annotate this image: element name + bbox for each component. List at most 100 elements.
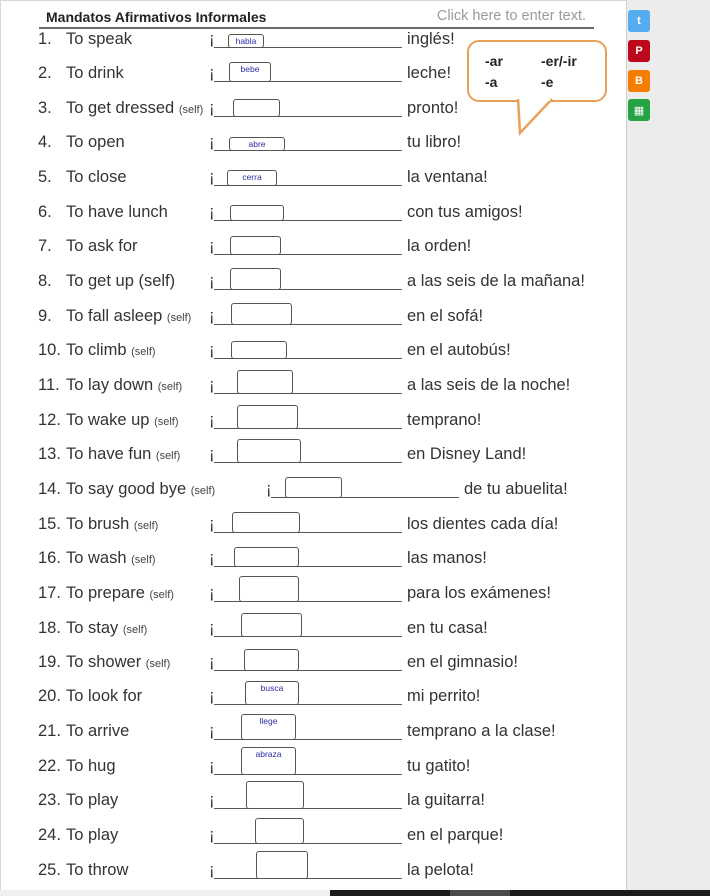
exercise-row: 22. To hug ¡ abraza tu gatito! bbox=[1, 747, 628, 791]
answer-input[interactable] bbox=[230, 268, 281, 290]
answer-input[interactable]: llege bbox=[241, 714, 296, 740]
item-number: 8. bbox=[38, 272, 52, 290]
english-verb: To wash (self) bbox=[66, 549, 156, 568]
answer-underline bbox=[214, 808, 402, 809]
english-verb-text: To speak bbox=[66, 30, 133, 48]
sentence-ending: en el autobús! bbox=[407, 341, 511, 359]
answer-input[interactable] bbox=[244, 649, 299, 671]
english-verb-text: To brush bbox=[66, 515, 130, 533]
item-number: 2. bbox=[38, 64, 52, 82]
answer-input[interactable] bbox=[285, 477, 342, 498]
sentence-ending: en tu casa! bbox=[407, 619, 488, 637]
english-verb-text: To fall asleep bbox=[66, 307, 163, 325]
item-number: 21. bbox=[38, 722, 61, 740]
english-verb: To arrive bbox=[66, 722, 129, 741]
reflexive-note: (self) bbox=[122, 624, 148, 636]
english-verb-text: To get up (self) bbox=[66, 272, 176, 290]
item-number: 3. bbox=[38, 99, 52, 117]
exercise-row: 8. To get up (self) ¡ a las seis de la maña… bbox=[1, 268, 628, 306]
sentence-ending: tu libro! bbox=[407, 133, 462, 151]
blogger-share-button[interactable]: B bbox=[628, 70, 650, 92]
exercise-row: 3. To get dressed (self) ¡ pronto! bbox=[1, 99, 628, 133]
sentence-ending: en el sofá! bbox=[407, 307, 484, 325]
item-number: 5. bbox=[38, 168, 52, 186]
english-verb-text: To throw bbox=[66, 861, 129, 879]
sentence-ending: leche! bbox=[407, 64, 452, 82]
sentence-ending: pronto! bbox=[407, 99, 459, 117]
english-verb: To lay down (self) bbox=[66, 376, 182, 395]
answer-input[interactable] bbox=[231, 341, 287, 359]
sentence-ending: mi perrito! bbox=[407, 687, 481, 705]
item-number: 23. bbox=[38, 791, 61, 809]
answer-input[interactable]: bebe bbox=[229, 62, 271, 82]
answer-input[interactable] bbox=[234, 547, 299, 567]
sentence-ending: en el parque! bbox=[407, 826, 504, 844]
worksheet-title: Mandatos Afirmativos Informales bbox=[46, 9, 267, 25]
item-number: 11. bbox=[38, 376, 60, 394]
answer-input[interactable] bbox=[256, 851, 308, 879]
item-number: 1. bbox=[38, 30, 52, 48]
classroom-share-button[interactable]: ▦ bbox=[628, 99, 650, 121]
sentence-ending: inglés! bbox=[407, 30, 455, 48]
answer-input[interactable]: abre bbox=[229, 137, 285, 151]
english-verb-text: To play bbox=[66, 791, 119, 809]
english-verb-text: To have lunch bbox=[66, 203, 168, 221]
exercise-row: 19. To shower (self) ¡ en el gimnasio! bbox=[1, 649, 628, 687]
english-verb: To play bbox=[66, 826, 118, 845]
english-verb-text: To shower bbox=[66, 653, 142, 671]
answer-input[interactable] bbox=[230, 205, 284, 221]
pinterest-share-button[interactable]: P bbox=[628, 40, 650, 62]
scrollbar-thumb[interactable] bbox=[450, 890, 510, 896]
item-number: 7. bbox=[38, 237, 52, 255]
sentence-ending: a las seis de la noche! bbox=[407, 376, 571, 394]
english-verb-text: To ask for bbox=[66, 237, 138, 255]
answer-input[interactable] bbox=[232, 512, 300, 533]
answer-input[interactable] bbox=[255, 818, 304, 844]
answer-input[interactable] bbox=[246, 781, 304, 809]
answer-input[interactable]: abraza bbox=[241, 747, 296, 775]
english-verb: To speak bbox=[66, 30, 132, 49]
answer-input[interactable] bbox=[241, 613, 302, 637]
english-verb: To close bbox=[66, 168, 127, 187]
answer-input[interactable]: busca bbox=[245, 681, 299, 705]
exercise-row: 6. To have lunch ¡ con tus amigos! bbox=[1, 203, 628, 237]
english-verb: To shower (self) bbox=[66, 653, 170, 672]
twitter-share-button[interactable]: t bbox=[628, 10, 650, 32]
english-verb: To have fun (self) bbox=[66, 445, 180, 464]
exercise-row: 12. To wake up (self) ¡ temprano! bbox=[1, 405, 628, 445]
english-verb: To open bbox=[66, 133, 125, 152]
answer-input[interactable]: habla bbox=[228, 34, 264, 48]
answer-input[interactable] bbox=[237, 405, 298, 429]
answer-input[interactable] bbox=[231, 303, 292, 325]
reflexive-note: (self) bbox=[133, 520, 159, 532]
answer-input[interactable] bbox=[230, 236, 281, 255]
item-number: 9. bbox=[38, 307, 52, 325]
exercise-row: 2. To drink ¡ bebe leche! bbox=[1, 62, 628, 98]
twitter-icon: t bbox=[637, 15, 641, 27]
item-number: 13. bbox=[38, 445, 61, 463]
exercise-row: 9. To fall asleep (self) ¡ en el sofá! bbox=[1, 303, 628, 341]
english-verb-text: To say good bye bbox=[66, 480, 187, 498]
english-verb: To have lunch bbox=[66, 203, 168, 222]
english-verb: To get up (self) bbox=[66, 272, 175, 291]
answer-input[interactable] bbox=[237, 439, 301, 463]
worksheet-header: Mandatos Afirmativos Informales Click he… bbox=[39, 7, 594, 29]
english-verb-text: To hug bbox=[66, 757, 116, 775]
english-verb-text: To stay bbox=[66, 619, 119, 637]
answer-input[interactable] bbox=[233, 99, 280, 117]
item-number: 16. bbox=[38, 549, 61, 567]
english-verb: To brush (self) bbox=[66, 515, 158, 534]
sentence-ending: en el gimnasio! bbox=[407, 653, 518, 671]
english-verb: To stay (self) bbox=[66, 619, 147, 638]
name-text-field[interactable]: Click here to enter text. bbox=[437, 8, 586, 24]
english-verb: To drink bbox=[66, 64, 124, 83]
sentence-ending: los dientes cada día! bbox=[407, 515, 559, 533]
answer-input[interactable]: cerra bbox=[227, 170, 277, 186]
english-verb-text: To wake up bbox=[66, 411, 150, 429]
answer-input[interactable] bbox=[237, 370, 293, 394]
reflexive-note: (self) bbox=[155, 450, 181, 462]
sentence-ending: la guitarra! bbox=[407, 791, 485, 809]
english-verb: To prepare (self) bbox=[66, 584, 174, 603]
exercise-row: 15. To brush (self) ¡ los dientes cada día! bbox=[1, 512, 628, 549]
answer-input[interactable] bbox=[239, 576, 299, 602]
